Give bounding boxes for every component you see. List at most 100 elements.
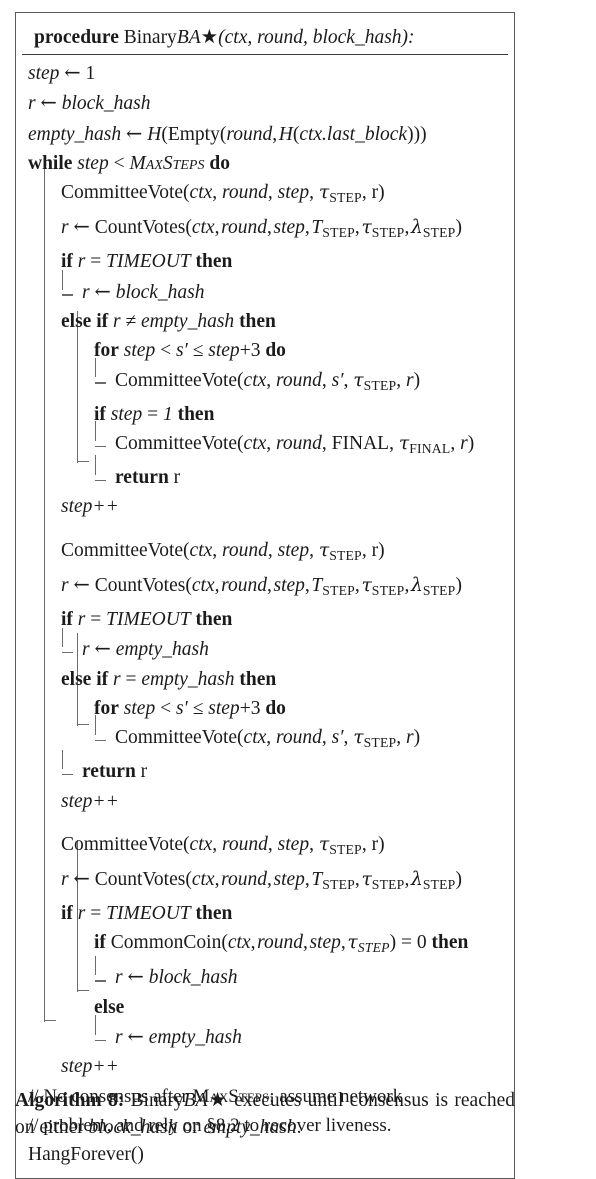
var-block-hash: block_hash — [115, 281, 205, 303]
caption-block-hash: block_hash — [88, 1117, 178, 1138]
op-eq: = — [125, 668, 137, 690]
arg-round: round — [222, 833, 268, 855]
var-empty-hash: empty_hash — [141, 668, 235, 690]
kw-return: return — [82, 761, 136, 783]
algorithm-box: procedure BinaryBA★(ctx, round, block_ha… — [15, 12, 515, 1179]
arg-round: round — [221, 217, 267, 239]
var-s-prime: s′ — [175, 340, 188, 362]
var-r: r — [115, 967, 123, 989]
arg-ctx: ctx — [191, 574, 215, 596]
op-eq: = — [90, 251, 102, 273]
var-step: step — [123, 697, 156, 719]
var-block-hash: block_hash — [148, 967, 238, 989]
op-eq: = — [147, 403, 159, 425]
sym-tau: τ — [318, 833, 330, 855]
var-r: r — [61, 868, 69, 890]
assign-arrow-icon: ← — [73, 572, 90, 596]
var-r: r — [82, 281, 90, 303]
branch-elbow-icon — [94, 421, 111, 449]
line-countvotes-3: r ← CountVotes(ctx, round, step, TSTEP, … — [61, 866, 462, 892]
kw-for: for — [94, 697, 119, 719]
sub-step: STEP — [422, 225, 456, 241]
kw-while: while — [28, 152, 73, 174]
arg-step: step — [277, 539, 310, 561]
arg-ctx: ctx — [227, 932, 251, 954]
sub-step: STEP — [329, 190, 362, 205]
kw-do: do — [209, 152, 230, 174]
assign-arrow-icon: ← — [127, 1025, 144, 1049]
line-for-2: for step < s′ ≤ step+3 do — [28, 694, 510, 723]
var-r: r — [112, 668, 121, 690]
procedure-name-italic: BA — [176, 27, 201, 48]
assign-arrow-icon: ← — [40, 91, 57, 115]
sub-step: STEP — [322, 225, 355, 241]
arg-ctx: ctx — [189, 539, 213, 561]
var-r: r — [77, 608, 86, 630]
sym-tau: τ — [353, 727, 364, 749]
sub-step: STEP — [371, 225, 405, 241]
var-r: r — [82, 639, 90, 661]
fn-committeevote: CommitteeVote — [61, 833, 184, 855]
fn-countvotes: CountVotes — [94, 868, 186, 890]
sym-tau: τ — [318, 539, 330, 561]
line-committeevote-sprime-1: CommitteeVote(ctx, round, s′, τSTEP, r) — [28, 358, 510, 400]
arg-round: round — [221, 868, 267, 890]
var-r: r — [61, 217, 69, 239]
assign-arrow-icon: ← — [126, 121, 143, 145]
var-block-hash: block_hash — [61, 93, 151, 115]
var-r: r — [173, 467, 181, 489]
sym-lambda: λ — [410, 868, 423, 890]
line-r-block-hash-2: r ← block_hash — [28, 956, 510, 992]
sym-tau: τ — [361, 574, 372, 596]
op-lt: < — [160, 697, 172, 719]
line-if-timeout-1: if r = TIMEOUT then — [28, 247, 510, 276]
line-else: else — [28, 993, 510, 1022]
arg-round: round — [276, 433, 322, 454]
branch-elbow-icon — [94, 455, 111, 484]
branch-elbow-icon — [94, 956, 111, 984]
sym-T: T — [311, 217, 323, 239]
line-committeevote-3: CommitteeVote(ctx, round, step, τSTEP, r… — [61, 833, 385, 857]
algorithm-figure: procedure BinaryBA★(ctx, round, block_ha… — [0, 0, 596, 1179]
kw-if: if — [94, 932, 106, 954]
arg-round: round — [222, 182, 268, 204]
caption-period: . — [296, 1117, 302, 1138]
var-r: r — [77, 903, 86, 925]
line-for-1: for step < s′ ≤ step+3 do — [28, 336, 510, 365]
line-elseif-eq-empty: else if r = empty_hash then — [28, 665, 510, 694]
caption-empty-hash: empty_hash — [203, 1117, 297, 1138]
line-countvotes-2: r ← CountVotes(ctx, round, step, TSTEP, … — [61, 572, 462, 598]
var-empty-hash: empty_hash — [115, 639, 209, 661]
arg-ctx: ctx — [191, 868, 215, 890]
sym-tau: τ — [398, 433, 410, 454]
fn-committeevote: CommitteeVote — [61, 539, 184, 561]
line-if-timeout-3: if r = TIMEOUT then — [28, 899, 510, 928]
assign-arrow-icon: ← — [94, 279, 111, 303]
var-step: step — [123, 340, 156, 362]
op-eq: = — [401, 932, 413, 954]
kw-then: then — [195, 608, 233, 630]
stmt-step-increment: step++ — [61, 1056, 119, 1078]
line-hangforever: HangForever() — [28, 1140, 510, 1169]
kw-then: then — [431, 932, 469, 954]
line-elseif-neq-empty: else if r ≠ empty_hash then — [28, 307, 510, 336]
fn-hash: H — [278, 123, 293, 145]
var-s-prime: s′ — [175, 697, 188, 719]
sub-step: STEP — [329, 841, 362, 857]
line-step-inc-1: step++ — [28, 492, 510, 521]
arg-ctx: ctx — [243, 369, 267, 391]
line-committeevote-final: CommitteeVote(ctx, round, FINAL, τFINAL,… — [28, 421, 510, 463]
branch-elbow-icon — [94, 1015, 111, 1043]
fn-commoncoin: CommonCoin — [110, 932, 222, 954]
line-countvotes-1: r ← CountVotes(ctx, round, step, TSTEP, … — [61, 215, 462, 241]
procedure-keyword: procedure — [34, 27, 119, 48]
const-maxsteps: MaxSteps — [129, 152, 205, 174]
procedure-name-plain: Binary — [123, 27, 177, 48]
op-lt: < — [113, 152, 125, 174]
caption-name-plain: Binary — [130, 1090, 184, 1111]
var-step: step — [28, 63, 60, 84]
sub-step: STEP — [322, 582, 355, 598]
fn-committeevote: CommitteeVote — [115, 369, 238, 391]
var-empty-hash: empty_hash — [28, 123, 122, 145]
